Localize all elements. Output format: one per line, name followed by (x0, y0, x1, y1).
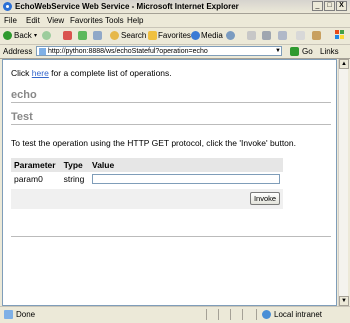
column-header-value: Value (89, 158, 283, 172)
address-bar: Address http://python:8888/ws/echoStatef… (0, 45, 350, 59)
toolbar: Back ▾ Search Favorites Media (0, 28, 350, 45)
address-label: Address (3, 47, 33, 56)
back-button[interactable]: Back (14, 31, 32, 40)
menu-edit[interactable]: Edit (26, 16, 40, 25)
param-value-cell (89, 172, 283, 186)
title-bar: EchoWebService Web Service - Microsoft I… (0, 0, 350, 14)
divider (11, 236, 331, 237)
address-dropdown-icon[interactable]: ▼ (274, 47, 282, 55)
param-type: string (60, 172, 89, 186)
links-button[interactable]: Links (320, 47, 339, 56)
page-content: Click here for a complete list of operat… (2, 59, 337, 306)
divider (11, 124, 331, 125)
menu-help[interactable]: Help (127, 16, 143, 25)
column-header-type: Type (60, 158, 89, 172)
research-icon[interactable] (312, 31, 321, 40)
print-icon[interactable] (262, 31, 271, 40)
scroll-up-icon[interactable]: ▲ (339, 59, 349, 69)
menu-tools[interactable]: Tools (105, 16, 124, 25)
status-divider (242, 309, 243, 320)
address-input[interactable]: http://python:8888/ws/echoStateful?opera… (36, 46, 282, 56)
stop-icon[interactable] (63, 31, 72, 40)
go-button[interactable]: Go (302, 47, 313, 56)
scroll-down-icon[interactable]: ▼ (339, 296, 349, 306)
search-button[interactable]: Search (121, 31, 146, 40)
media-icon[interactable] (191, 31, 200, 40)
browser-window: EchoWebService Web Service - Microsoft I… (0, 0, 350, 323)
maximize-button[interactable]: □ (324, 1, 335, 11)
param0-value-input[interactable] (92, 174, 280, 184)
close-button[interactable]: X (336, 1, 347, 11)
history-icon[interactable] (226, 31, 235, 40)
intro-suffix: for a complete list of operations. (48, 68, 172, 78)
menu-favorites[interactable]: Favorites (70, 16, 103, 25)
menu-file[interactable]: File (4, 16, 17, 25)
go-icon[interactable] (290, 47, 299, 56)
invoke-row: Invoke (11, 189, 283, 209)
ie-icon (3, 2, 12, 11)
table-header-row: Parameter Type Value (11, 158, 283, 172)
home-icon[interactable] (93, 31, 102, 40)
menu-view[interactable]: View (47, 16, 64, 25)
minimize-button[interactable]: _ (312, 1, 323, 11)
mail-icon[interactable] (247, 31, 256, 40)
status-bar: Done Local intranet (0, 306, 350, 323)
search-icon[interactable] (110, 31, 119, 40)
favorites-icon[interactable] (148, 31, 157, 40)
refresh-icon[interactable] (78, 31, 87, 40)
invoke-button[interactable]: Invoke (250, 192, 280, 205)
security-zone: Local intranet (274, 310, 323, 319)
window-title: EchoWebService Web Service - Microsoft I… (15, 2, 239, 11)
media-button[interactable]: Media (201, 31, 223, 40)
back-dropdown-icon[interactable]: ▾ (34, 32, 37, 39)
param-name: param0 (11, 172, 61, 186)
favorites-button[interactable]: Favorites (158, 31, 191, 40)
test-heading: Test (11, 111, 33, 123)
status-divider (230, 309, 231, 320)
address-url[interactable]: http://python:8888/ws/echoStateful?opera… (48, 47, 208, 56)
back-icon[interactable] (3, 31, 12, 40)
forward-icon[interactable] (42, 31, 51, 40)
intranet-icon (262, 310, 271, 319)
test-instructions: To test the operation using the HTTP GET… (11, 138, 296, 148)
status-divider (218, 309, 219, 320)
divider (11, 102, 331, 103)
intro-prefix: Click (11, 68, 32, 78)
page-icon (39, 48, 46, 55)
operation-heading: echo (11, 89, 37, 101)
operations-link[interactable]: here (32, 68, 49, 78)
status-divider (256, 309, 257, 320)
vertical-scrollbar[interactable]: ▲ ▼ (338, 59, 349, 306)
edit-icon[interactable] (278, 31, 287, 40)
discuss-icon[interactable] (296, 31, 305, 40)
parameters-table: Parameter Type Value param0 string (11, 158, 283, 186)
page-done-icon (4, 310, 13, 319)
status-text: Done (16, 310, 36, 319)
intro-text: Click here for a complete list of operat… (11, 68, 172, 78)
column-header-parameter: Parameter (11, 158, 61, 172)
status-divider (206, 309, 207, 320)
menu-bar: File Edit View Favorites Tools Help (0, 14, 350, 39)
table-row: param0 string (11, 172, 283, 186)
